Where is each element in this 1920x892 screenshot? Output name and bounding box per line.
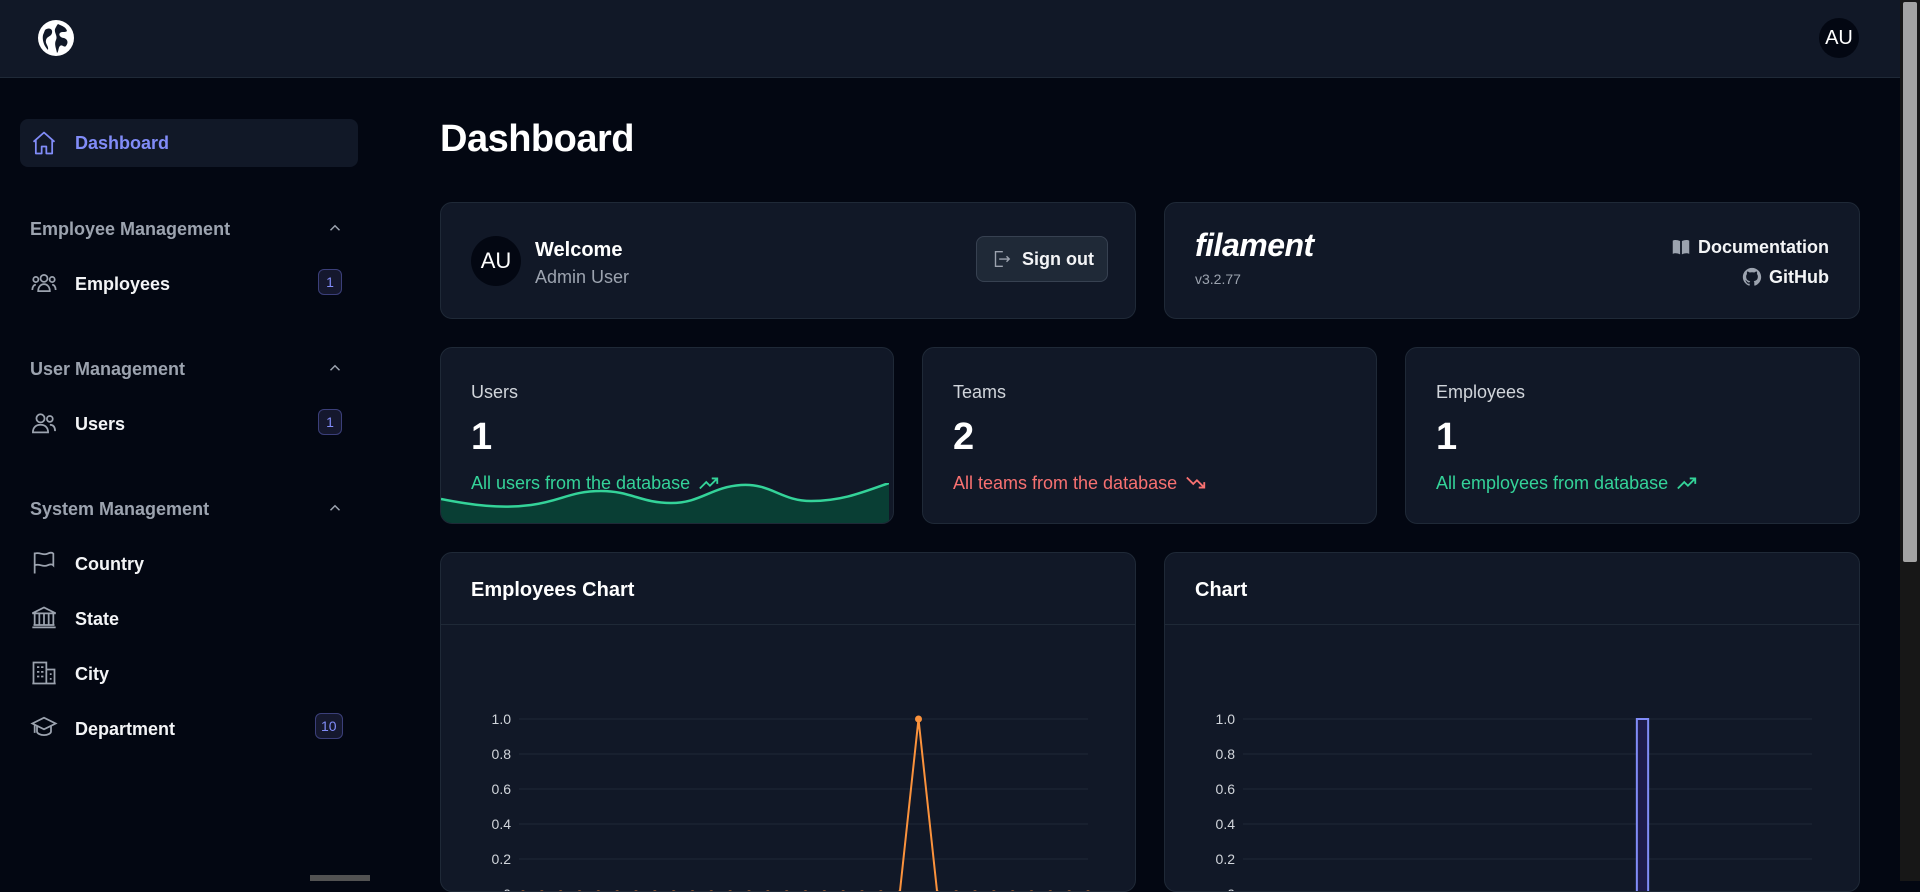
- home-icon: [30, 129, 58, 157]
- stat-card-users: Users 1 All users from the database: [440, 347, 894, 524]
- chevron-up-icon[interactable]: [326, 219, 344, 237]
- data-point: [915, 716, 922, 723]
- documentation-link[interactable]: Documentation: [1670, 236, 1829, 258]
- sign-out-icon: [990, 248, 1012, 270]
- sidebar-item-label: Country: [75, 554, 144, 575]
- y-tick-label: 0: [1227, 886, 1235, 892]
- bar: [1637, 719, 1648, 892]
- sidebar-item-label: Users: [75, 414, 125, 435]
- flag-icon: [30, 549, 58, 577]
- stat-description-text: All teams from the database: [953, 473, 1177, 494]
- globe-icon[interactable]: [36, 18, 76, 58]
- avatar: AU: [471, 236, 521, 286]
- chart-title: Employees Chart: [471, 579, 634, 602]
- series-line: [523, 719, 1088, 892]
- github-label: GitHub: [1769, 267, 1829, 288]
- stat-description: All employees from database: [1436, 472, 1698, 494]
- scrollbar-thumb[interactable]: [1903, 2, 1917, 562]
- github-icon: [1741, 266, 1763, 288]
- sign-out-label: Sign out: [1022, 249, 1094, 270]
- y-tick-label: 0.2: [1216, 851, 1236, 867]
- group-label-employee-management: Employee Management: [30, 219, 230, 240]
- academic-cap-icon: [30, 713, 58, 741]
- documentation-label: Documentation: [1698, 237, 1829, 258]
- chevron-up-icon[interactable]: [326, 499, 344, 517]
- employees-line-chart: 1.00.80.60.40.20010305070911131517192123…: [441, 625, 1136, 892]
- employees-chart-card: Employees Chart 1.00.80.60.40.2001030507…: [440, 552, 1136, 892]
- stat-value: 1: [1436, 416, 1457, 459]
- chart-header: Chart: [1165, 553, 1859, 625]
- version-label: v3.2.77: [1195, 271, 1241, 287]
- group-label-user-management: User Management: [30, 359, 185, 380]
- users-icon: [30, 409, 58, 437]
- stat-value: 2: [953, 416, 974, 459]
- filament-logo[interactable]: filament: [1195, 227, 1314, 264]
- book-icon: [1670, 236, 1692, 258]
- building-office-icon: [30, 659, 58, 687]
- sidebar-item-label: Employees: [75, 274, 170, 295]
- trending-up-icon: [1676, 472, 1698, 494]
- y-tick-label: 1.0: [492, 711, 512, 727]
- building-library-icon: [30, 604, 58, 632]
- count-badge: 10: [315, 713, 343, 739]
- chevron-up-icon[interactable]: [326, 359, 344, 377]
- stat-card-teams: Teams 2 All teams from the database: [922, 347, 1377, 524]
- stat-card-employees: Employees 1 All employees from database: [1405, 347, 1860, 524]
- sign-out-button[interactable]: Sign out: [976, 236, 1108, 282]
- welcome-user-name: Admin User: [535, 267, 629, 288]
- stat-label: Teams: [953, 382, 1006, 403]
- chart-card: Chart 1.00.80.60.40.20010305070911131517…: [1164, 552, 1860, 892]
- filament-info-card: filament v3.2.77 Documentation GitHub: [1164, 202, 1860, 319]
- y-tick-label: 0.4: [492, 816, 512, 832]
- stat-description: All teams from the database: [953, 472, 1207, 494]
- github-link[interactable]: GitHub: [1741, 266, 1829, 288]
- stat-value: 1: [471, 416, 492, 459]
- sidebar-item-label: State: [75, 609, 119, 630]
- y-tick-label: 0.2: [492, 851, 512, 867]
- stat-label: Users: [471, 382, 518, 403]
- sidebar: Dashboard Employee Management Employees …: [0, 79, 380, 881]
- top-bar: AU: [0, 0, 1900, 78]
- welcome-title: Welcome: [535, 239, 622, 262]
- page-title: Dashboard: [440, 118, 634, 161]
- sidebar-item-label: Dashboard: [75, 133, 169, 154]
- count-badge: 1: [318, 269, 342, 295]
- horizontal-scrollbar-thumb[interactable]: [310, 875, 370, 881]
- y-tick-label: 0.4: [1216, 816, 1236, 832]
- y-tick-label: 0.6: [1216, 781, 1236, 797]
- bar-chart: 1.00.80.60.40.20010305070911131517192123…: [1165, 625, 1860, 892]
- trending-down-icon: [1185, 472, 1207, 494]
- stat-label: Employees: [1436, 382, 1525, 403]
- y-tick-label: 1.0: [1216, 711, 1236, 727]
- y-tick-label: 0.6: [492, 781, 512, 797]
- welcome-card: AU Welcome Admin User Sign out: [440, 202, 1136, 319]
- y-tick-label: 0.8: [1216, 746, 1236, 762]
- sidebar-item-dashboard[interactable]: Dashboard: [20, 119, 358, 167]
- sidebar-item-label: City: [75, 664, 109, 685]
- y-tick-label: 0: [503, 886, 511, 892]
- count-badge: 1: [318, 409, 342, 435]
- chart-title: Chart: [1195, 579, 1247, 602]
- y-tick-label: 0.8: [492, 746, 512, 762]
- user-group-icon: [30, 269, 58, 297]
- stat-description-text: All employees from database: [1436, 473, 1668, 494]
- sparkline-chart: [441, 483, 889, 523]
- chart-header: Employees Chart: [441, 553, 1135, 625]
- sidebar-item-label: Department: [75, 719, 175, 740]
- group-label-system-management: System Management: [30, 499, 209, 520]
- user-avatar[interactable]: AU: [1819, 18, 1859, 58]
